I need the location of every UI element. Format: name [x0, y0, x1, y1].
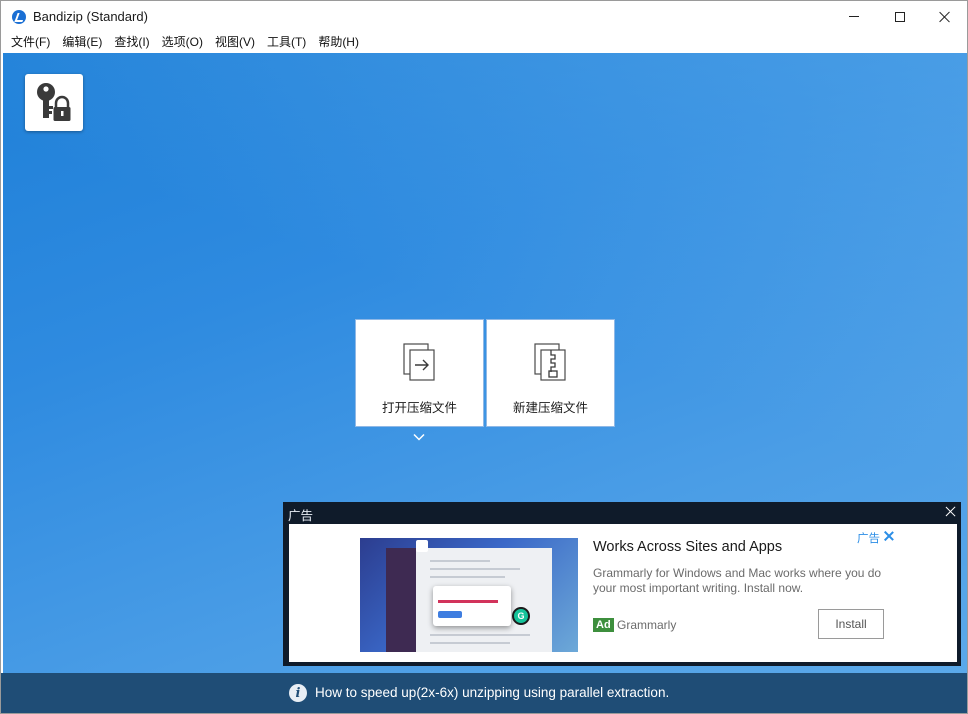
- open-archive-label: 打开压缩文件: [381, 401, 457, 415]
- bandizip-logo-icon: [12, 10, 26, 24]
- minimize-button[interactable]: [831, 1, 877, 32]
- tip-text[interactable]: How to speed up(2x-6x) unzipping using p…: [315, 685, 669, 700]
- menu-options[interactable]: 选项(O): [156, 32, 209, 53]
- info-icon: i: [289, 684, 307, 702]
- menu-view[interactable]: 视图(V): [209, 32, 261, 53]
- slack-logo-icon: [416, 540, 428, 552]
- ad-title[interactable]: Works Across Sites and Apps: [593, 539, 782, 555]
- title-bar[interactable]: Bandizip (Standard): [1, 1, 967, 32]
- bandizip-window: Bandizip (Standard) 文件(F) 编辑(E) 查找(I) 选项…: [0, 0, 968, 714]
- maximize-icon: [895, 11, 905, 22]
- close-icon: [939, 11, 951, 23]
- minimize-icon: [849, 16, 859, 17]
- ad-header-label: 广告: [288, 509, 314, 523]
- new-archive-icon: [533, 343, 566, 381]
- new-archive-label: 新建压缩文件: [512, 401, 588, 415]
- ad-choices-close-icon[interactable]: [884, 531, 894, 541]
- close-button[interactable]: [922, 1, 967, 32]
- open-archive-button[interactable]: 打开压缩文件: [355, 319, 484, 427]
- grammarly-logo-icon: G: [512, 607, 530, 625]
- new-archive-button[interactable]: 新建压缩文件: [486, 319, 615, 427]
- ad-advertiser: Grammarly: [617, 618, 677, 632]
- ad-image[interactable]: G: [360, 538, 578, 652]
- key-lock-icon: [37, 82, 71, 121]
- ad-close-icon[interactable]: [945, 506, 957, 518]
- ad-content[interactable]: G Works Across Sites and Apps Grammarly …: [289, 524, 957, 662]
- chevron-down-icon[interactable]: [413, 433, 425, 441]
- menu-find[interactable]: 查找(I): [108, 32, 155, 53]
- window-title: Bandizip (Standard): [33, 9, 148, 24]
- install-button[interactable]: Install: [818, 609, 884, 639]
- menu-tools[interactable]: 工具(T): [261, 32, 312, 53]
- ad-description: Grammarly for Windows and Mac works wher…: [593, 566, 882, 595]
- open-archive-icon: [402, 343, 435, 381]
- menu-help[interactable]: 帮助(H): [312, 32, 365, 53]
- menu-edit[interactable]: 编辑(E): [56, 32, 108, 53]
- password-manager-button[interactable]: [25, 74, 83, 131]
- menu-file[interactable]: 文件(F): [5, 32, 56, 53]
- ad-panel: 广告 G Works Across Sites and Apps Grammar…: [283, 502, 961, 666]
- tip-bar[interactable]: i How to speed up(2x-6x) unzipping using…: [1, 673, 967, 713]
- menu-bar: 文件(F) 编辑(E) 查找(I) 选项(O) 视图(V) 工具(T) 帮助(H…: [1, 32, 967, 53]
- ad-badge: Ad: [593, 618, 614, 632]
- maximize-button[interactable]: [877, 1, 923, 32]
- ad-choices-label[interactable]: 广告: [857, 530, 880, 546]
